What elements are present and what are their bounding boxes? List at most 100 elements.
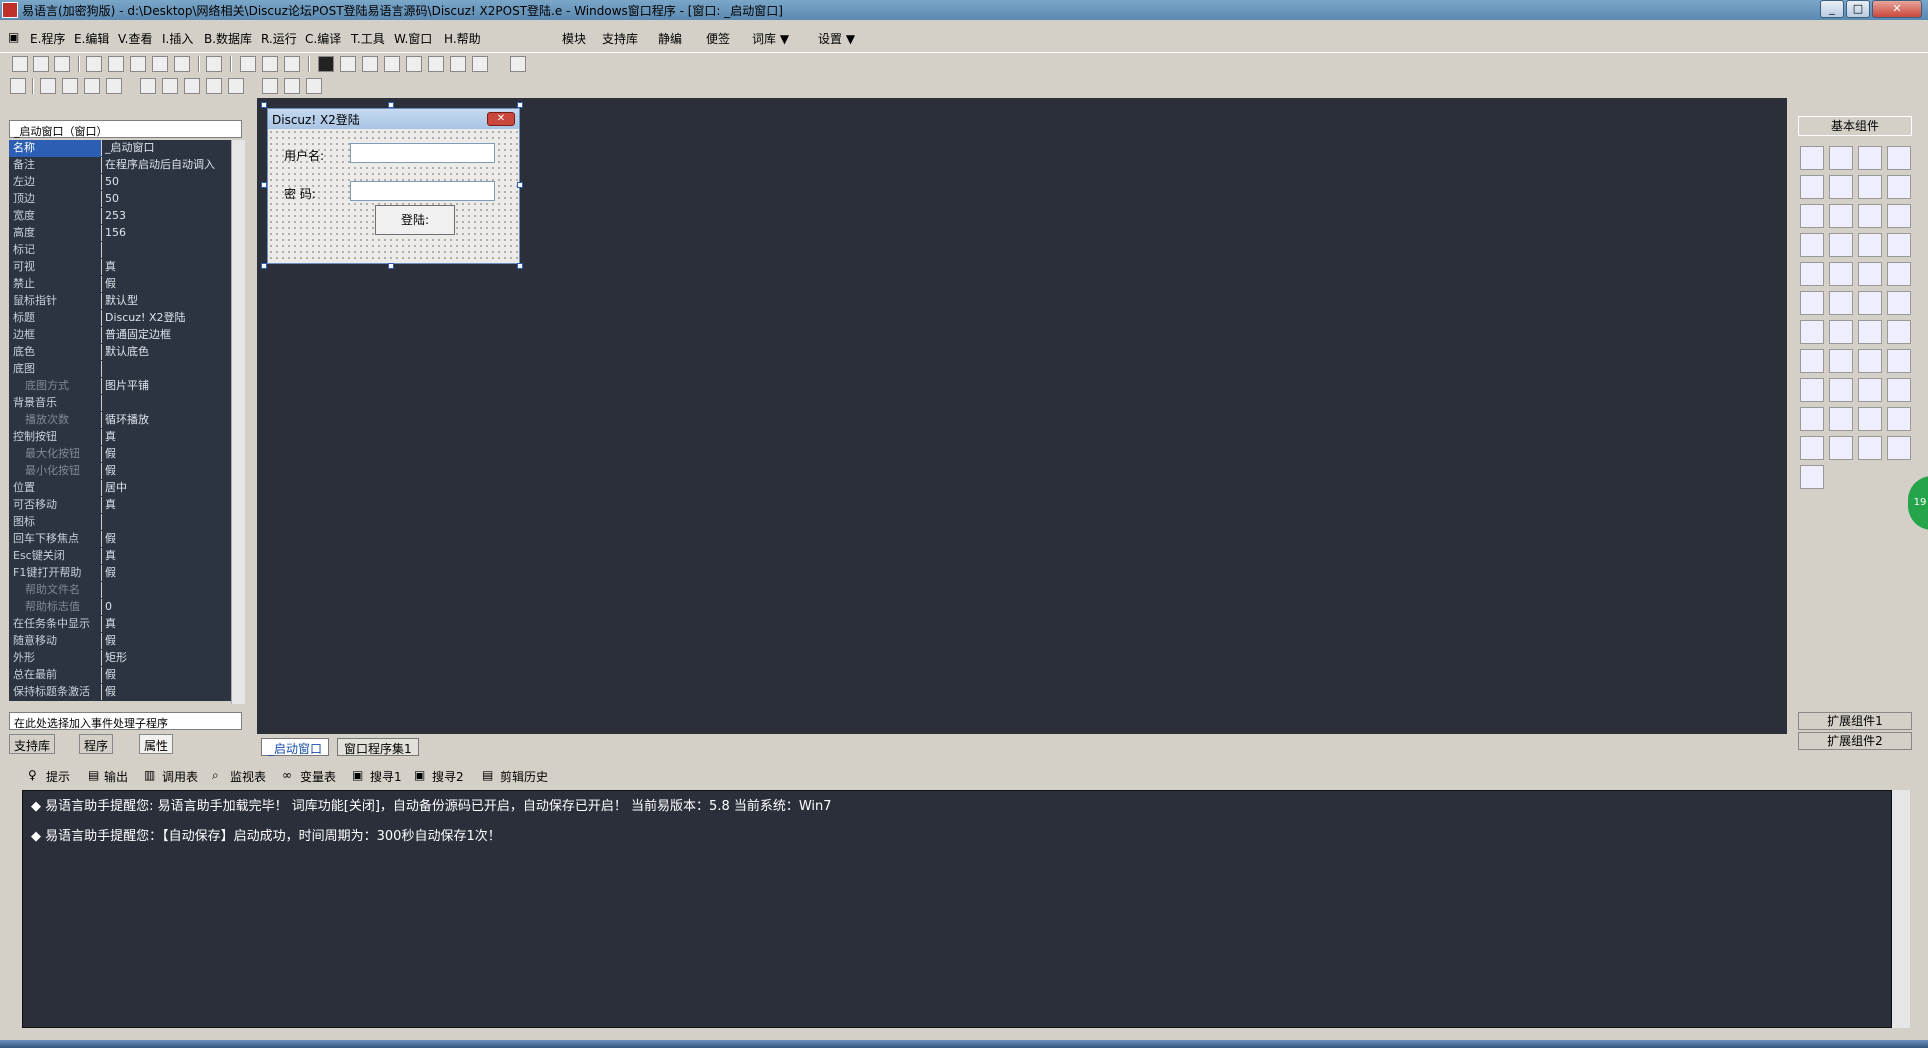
property-row[interactable]: Esc键关闭真: [9, 548, 231, 565]
run-to-icon[interactable]: [450, 56, 466, 72]
component-icon[interactable]: [1887, 378, 1911, 402]
tab-support-lib[interactable]: 支持库: [9, 734, 56, 754]
property-value[interactable]: 50: [102, 191, 231, 208]
tab-hint[interactable]: 提示: [46, 768, 70, 785]
align-left-icon[interactable]: [40, 78, 56, 94]
property-row[interactable]: 随意移动假: [9, 633, 231, 650]
component-icon[interactable]: [1800, 262, 1824, 286]
component-icon[interactable]: [1800, 204, 1824, 228]
component-icon[interactable]: [1887, 407, 1911, 431]
new-file-icon[interactable]: [12, 56, 28, 72]
component-icon[interactable]: [1829, 233, 1853, 257]
component-icon[interactable]: [1858, 262, 1882, 286]
menu-insert[interactable]: I.插入: [162, 30, 193, 47]
property-row[interactable]: 保持标题条激活假: [9, 684, 231, 701]
component-icon[interactable]: [1858, 233, 1882, 257]
property-value[interactable]: 假: [102, 446, 231, 463]
menu-notes[interactable]: 便签: [706, 30, 730, 47]
component-icon[interactable]: [1887, 349, 1911, 373]
same-size-icon[interactable]: [228, 78, 244, 94]
step-into-icon[interactable]: [384, 56, 400, 72]
align-top-icon[interactable]: [84, 78, 100, 94]
property-row[interactable]: 顶边 50: [9, 191, 231, 208]
tab-program[interactable]: 程序: [79, 734, 114, 754]
resize-handle[interactable]: [388, 102, 394, 108]
component-icon[interactable]: [1858, 146, 1882, 170]
minimize-button[interactable]: _: [1820, 0, 1844, 18]
component-icon[interactable]: [1800, 436, 1824, 460]
property-value[interactable]: 真: [102, 616, 231, 633]
username-field[interactable]: [350, 143, 495, 163]
property-value[interactable]: [102, 361, 231, 378]
component-icon[interactable]: [1829, 349, 1853, 373]
resize-handle[interactable]: [261, 102, 267, 108]
property-row[interactable]: 标题 Discuz! X2登陆: [9, 310, 231, 327]
object-combo[interactable]: _启动窗口（窗口）: [9, 120, 242, 138]
component-icon[interactable]: [1800, 465, 1824, 489]
property-value[interactable]: 156: [102, 225, 231, 242]
property-value[interactable]: 图片平铺: [102, 378, 231, 395]
property-value[interactable]: 假: [102, 565, 231, 582]
grid-icon[interactable]: [10, 78, 26, 94]
component-icon[interactable]: [1887, 320, 1911, 344]
component-icon[interactable]: [1858, 436, 1882, 460]
resize-handle[interactable]: [261, 182, 267, 188]
tab-start-window[interactable]: _启动窗口: [261, 738, 330, 756]
menu-tools[interactable]: T.工具: [351, 30, 385, 47]
property-value[interactable]: 假: [102, 276, 231, 293]
maximize-button[interactable]: □: [1846, 0, 1870, 18]
redo-icon[interactable]: [152, 56, 168, 72]
menu-settings[interactable]: 设置 ▼: [818, 30, 855, 47]
property-value[interactable]: 普通固定边框: [102, 327, 231, 344]
hand-icon[interactable]: [472, 56, 488, 72]
property-row[interactable]: 控制按钮真: [9, 429, 231, 446]
component-icon[interactable]: [1858, 320, 1882, 344]
property-row[interactable]: 底色 默认底色: [9, 344, 231, 361]
component-icon[interactable]: [1800, 146, 1824, 170]
property-value[interactable]: [102, 242, 231, 259]
component-icon[interactable]: [1858, 407, 1882, 431]
property-value[interactable]: 假: [102, 463, 231, 480]
property-scrollbar[interactable]: [231, 140, 245, 704]
tab-calls[interactable]: 调用表: [162, 768, 198, 785]
step-out-icon[interactable]: [406, 56, 422, 72]
property-value[interactable]: 假: [102, 684, 231, 701]
tab-clip-history[interactable]: 剪辑历史: [500, 768, 548, 785]
menu-database[interactable]: B.数据库: [204, 30, 252, 47]
helper-icon[interactable]: [510, 56, 526, 72]
component-icon[interactable]: [1829, 262, 1853, 286]
property-value[interactable]: 253: [102, 208, 231, 225]
component-icon[interactable]: [1887, 146, 1911, 170]
copy-icon[interactable]: [108, 56, 124, 72]
property-row[interactable]: 背景音乐: [9, 395, 231, 412]
tab-properties[interactable]: 属性: [139, 734, 174, 754]
menu-module[interactable]: 模块: [562, 30, 586, 47]
center-v-icon[interactable]: [162, 78, 178, 94]
component-icon[interactable]: [1858, 291, 1882, 315]
resize-handle[interactable]: [261, 263, 267, 269]
property-row[interactable]: 高度 156: [9, 225, 231, 242]
property-row[interactable]: 底图: [9, 361, 231, 378]
property-value[interactable]: Discuz! X2登陆: [102, 310, 231, 327]
menu-compile[interactable]: C.编译: [305, 30, 341, 47]
property-value[interactable]: 50: [102, 174, 231, 191]
center-form-icon[interactable]: [306, 78, 322, 94]
layout3-icon[interactable]: [284, 56, 300, 72]
property-value[interactable]: 假: [102, 633, 231, 650]
menu-support-lib[interactable]: 支持库: [602, 30, 638, 47]
tab-output[interactable]: 输出: [104, 768, 128, 785]
component-icon[interactable]: [1887, 175, 1911, 199]
open-file-icon[interactable]: [33, 56, 49, 72]
property-row[interactable]: 可否移动真: [9, 497, 231, 514]
component-icon[interactable]: [1800, 233, 1824, 257]
center-h-icon[interactable]: [140, 78, 156, 94]
component-icon[interactable]: [1829, 146, 1853, 170]
menu-program[interactable]: E.程序: [30, 30, 65, 47]
same-height-icon[interactable]: [206, 78, 222, 94]
component-icon[interactable]: [1829, 204, 1853, 228]
property-row[interactable]: 备注 在程序启动后自动调入: [9, 157, 231, 174]
property-value[interactable]: [102, 514, 231, 531]
component-icon[interactable]: [1887, 291, 1911, 315]
app-menu-icon[interactable]: ▣: [8, 30, 19, 44]
component-icon[interactable]: [1829, 320, 1853, 344]
